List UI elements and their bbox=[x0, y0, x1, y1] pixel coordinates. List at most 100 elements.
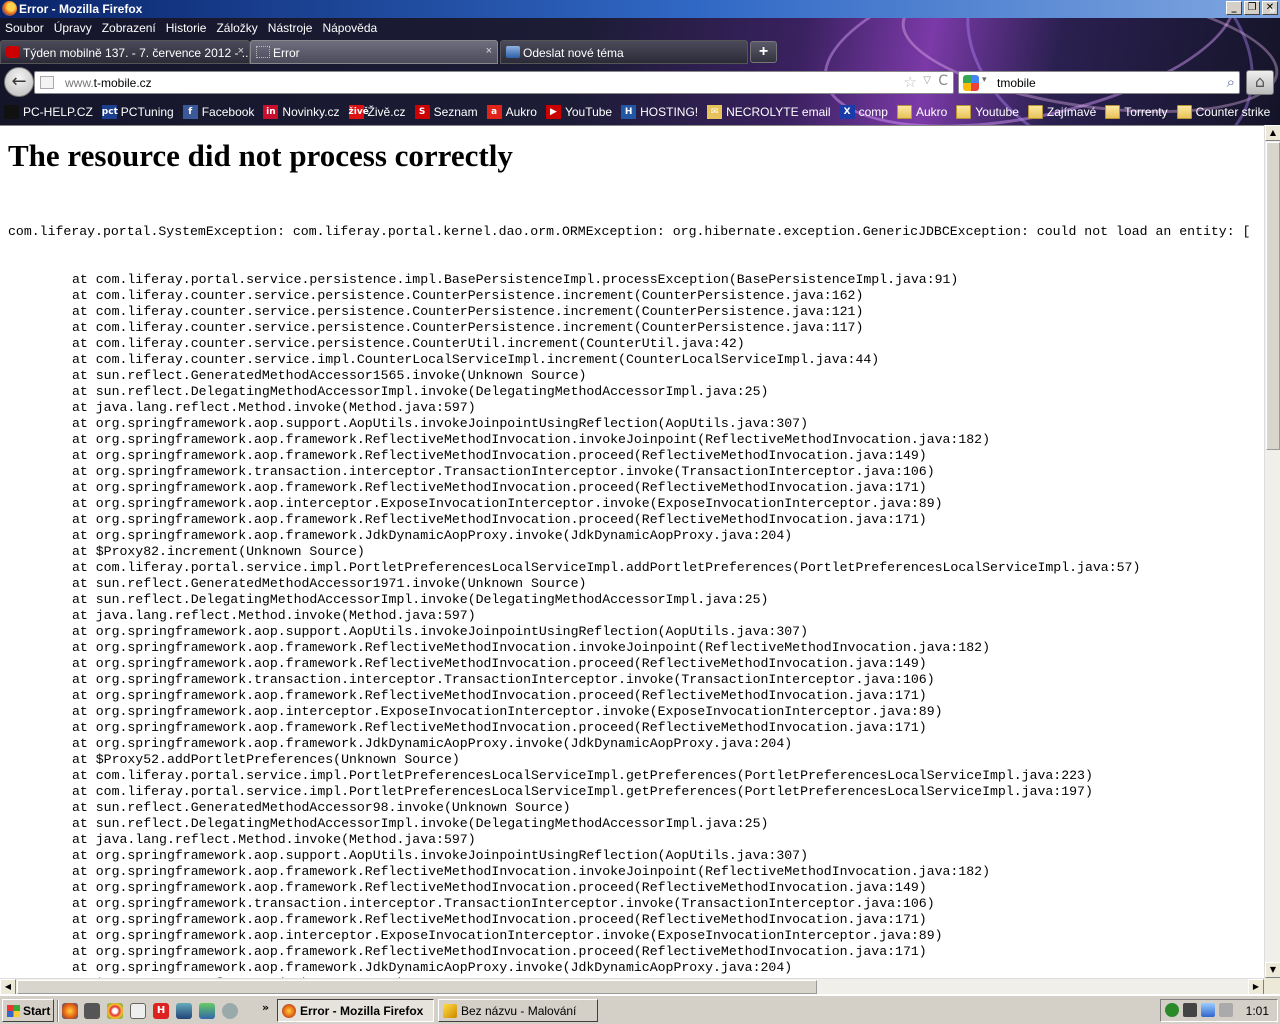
stack-trace-line: at org.springframework.aop.framework.Ref… bbox=[72, 944, 927, 959]
h-quicklaunch-icon[interactable]: H bbox=[153, 1003, 169, 1019]
hosting-icon: H bbox=[621, 105, 637, 119]
stack-trace-line: at org.springframework.transaction.inter… bbox=[72, 896, 935, 911]
stack-trace-line: at org.springframework.aop.framework.Ref… bbox=[72, 480, 927, 495]
start-label: Start bbox=[23, 1004, 51, 1018]
menu-edit[interactable]: Úpravy bbox=[49, 18, 97, 39]
engine-dropdown-icon[interactable]: ▾ bbox=[982, 75, 987, 85]
bookmark-comp[interactable]: Xcomp bbox=[839, 105, 888, 119]
steam-quicklaunch-icon[interactable] bbox=[84, 1003, 100, 1019]
stack-trace-line: at com.liferay.portal.service.persistenc… bbox=[72, 272, 959, 287]
task-paint[interactable]: Bez názvu - Malování bbox=[438, 999, 598, 1022]
stack-trace-line: at org.springframework.transaction.inter… bbox=[72, 672, 935, 687]
search-bar[interactable]: ▾ tmobile ⌕ bbox=[958, 71, 1240, 94]
close-tab-icon[interactable]: × bbox=[238, 45, 244, 57]
bookmark-seznam[interactable]: S Seznam bbox=[414, 105, 478, 119]
url-text[interactable]: www.t-mobile.cz bbox=[65, 76, 152, 90]
home-button[interactable]: ⌂ bbox=[1246, 70, 1274, 95]
bookmark-zaj-mav[interactable]: Zajímavé bbox=[1027, 105, 1097, 119]
stack-trace-line: at com.liferay.counter.service.persisten… bbox=[72, 288, 864, 303]
firefox-icon bbox=[282, 1004, 296, 1018]
stack-trace-line: at com.liferay.counter.service.impl.Coun… bbox=[72, 352, 880, 367]
page-icon bbox=[256, 46, 270, 58]
steam-tray-icon[interactable] bbox=[1183, 1003, 1197, 1017]
bookmark-star-icon[interactable]: ☆ bbox=[904, 73, 917, 91]
bookmark-youtube[interactable]: Youtube bbox=[956, 105, 1019, 119]
stack-trace-line: at sun.reflect.GeneratedMethodAccessor19… bbox=[72, 576, 587, 591]
task-firefox[interactable]: Error - Mozilla Firefox bbox=[277, 999, 434, 1022]
network-tray-icon[interactable] bbox=[1201, 1003, 1215, 1017]
search-input[interactable]: tmobile bbox=[997, 76, 1036, 90]
tab-odeslat-nove-tema[interactable]: Odeslat nové téma bbox=[500, 40, 748, 64]
volume-tray-icon[interactable] bbox=[1219, 1003, 1233, 1017]
bookmark-torrenty[interactable]: Torrenty bbox=[1105, 105, 1168, 119]
quicklaunch-more-icon[interactable]: » bbox=[262, 1001, 269, 1014]
site-identity-icon[interactable] bbox=[40, 76, 54, 89]
tab-tyden-mobilne[interactable]: Týden mobilně 137. - 7. července 2012 - … bbox=[0, 40, 250, 64]
bookmarks-toolbar: PC-HELP.CZ pct PCTuning f Facebook in Novinky.… bbox=[0, 101, 1280, 123]
network-quicklaunch-icon[interactable] bbox=[176, 1003, 192, 1019]
firefox-icon bbox=[2, 1, 17, 16]
mail-icon: ✉ bbox=[707, 105, 723, 119]
bookmark-youtube[interactable]: ▶ YouTube bbox=[545, 105, 613, 119]
bookmark-aukro[interactable]: Aukro bbox=[896, 105, 947, 119]
exception-line: com.liferay.portal.SystemException: com.… bbox=[8, 224, 1251, 239]
firefox-quicklaunch-icon[interactable] bbox=[62, 1003, 78, 1019]
bookmark-label: Aukro bbox=[505, 105, 537, 119]
maximize-button[interactable]: ❐ bbox=[1244, 1, 1260, 15]
horizontal-scrollbar[interactable]: ◀ ▶ bbox=[0, 978, 1264, 995]
audio-quicklaunch-icon[interactable] bbox=[222, 1003, 238, 1019]
bookmark-novinky-cz[interactable]: in Novinky.cz bbox=[263, 105, 340, 119]
bookmark-counter-strike[interactable]: Counter strike bbox=[1176, 105, 1270, 119]
google-engine-icon[interactable] bbox=[963, 75, 979, 91]
utorrent-tray-icon[interactable] bbox=[1165, 1003, 1179, 1017]
start-button[interactable]: Start bbox=[2, 999, 54, 1022]
bookmark-pc-help-cz[interactable]: PC-HELP.CZ bbox=[4, 105, 93, 119]
menu-bookmarks[interactable]: Záložky bbox=[211, 18, 262, 39]
stack-trace-line: at org.springframework.aop.framework.Jdk… bbox=[72, 960, 793, 975]
bookmark-aukro[interactable]: a Aukro bbox=[486, 105, 537, 119]
menu-history[interactable]: Historie bbox=[161, 18, 212, 39]
menu-help[interactable]: Nápověda bbox=[317, 18, 382, 39]
minimize-button[interactable]: _ bbox=[1226, 1, 1242, 15]
scroll-up-icon[interactable]: ▲ bbox=[1265, 125, 1280, 141]
search-icon[interactable]: ⌕ bbox=[1227, 73, 1235, 91]
new-tab-button[interactable]: + bbox=[750, 41, 777, 63]
folder-icon bbox=[956, 105, 972, 119]
aukro-icon: a bbox=[486, 105, 502, 119]
stack-trace-line: at org.springframework.aop.framework.Jdk… bbox=[72, 736, 793, 751]
menu-tools[interactable]: Nástroje bbox=[263, 18, 318, 39]
bookmarks-overflow-icon[interactable]: » bbox=[1269, 3, 1276, 17]
bookmark-facebook[interactable]: f Facebook bbox=[182, 105, 254, 119]
system-tray: 1:01 bbox=[1160, 999, 1278, 1022]
tools-quicklaunch-icon[interactable] bbox=[199, 1003, 215, 1019]
stack-trace-line: at com.liferay.portal.service.impl.Portl… bbox=[72, 560, 1141, 575]
bookmark-necrolyte-email[interactable]: ✉ NECROLYTE email bbox=[707, 105, 831, 119]
horizontal-scroll-thumb[interactable] bbox=[17, 980, 817, 994]
bookmark-label: YouTube bbox=[564, 105, 613, 119]
url-bar[interactable]: www.t-mobile.cz ☆ ▽ C bbox=[34, 71, 954, 94]
url-history-dropdown-icon[interactable]: ▽ bbox=[923, 75, 931, 86]
vertical-scroll-thumb[interactable] bbox=[1266, 142, 1280, 450]
close-tab-icon[interactable]: × bbox=[486, 45, 492, 57]
bookmark-pctuning[interactable]: pct PCTuning bbox=[101, 105, 174, 119]
tab-error[interactable]: Error × bbox=[250, 40, 498, 64]
menu-view[interactable]: Zobrazení bbox=[97, 18, 161, 39]
stack-trace-line: at sun.reflect.GeneratedMethodAccessor15… bbox=[72, 368, 587, 383]
scroll-down-icon[interactable]: ▼ bbox=[1265, 962, 1280, 978]
back-button[interactable]: ← bbox=[4, 67, 34, 97]
chrome-quicklaunch-icon[interactable] bbox=[107, 1003, 123, 1019]
zive-icon: živě bbox=[348, 105, 369, 119]
bookmark-label: comp bbox=[858, 105, 888, 119]
bookmark-label: PC-HELP.CZ bbox=[23, 105, 93, 119]
bookmark-label: Zajímavé bbox=[1046, 105, 1097, 119]
scroll-right-icon[interactable]: ▶ bbox=[1248, 979, 1264, 995]
bookmark-hosting[interactable]: H HOSTING! bbox=[621, 105, 698, 119]
page-title: The resource did not process correctly bbox=[8, 138, 513, 173]
reload-icon[interactable]: C bbox=[938, 73, 948, 89]
vertical-scrollbar[interactable]: ▲ ▼ bbox=[1264, 125, 1280, 978]
printer-quicklaunch-icon[interactable] bbox=[130, 1003, 146, 1019]
navigation-bar: ← www.t-mobile.cz ☆ ▽ C ▾ tmobile ⌕ ⌂ bbox=[0, 64, 1280, 101]
bookmark-iv-cz[interactable]: živě Živě.cz bbox=[348, 105, 406, 119]
scroll-left-icon[interactable]: ◀ bbox=[0, 979, 16, 995]
menu-file[interactable]: Soubor bbox=[0, 18, 49, 39]
